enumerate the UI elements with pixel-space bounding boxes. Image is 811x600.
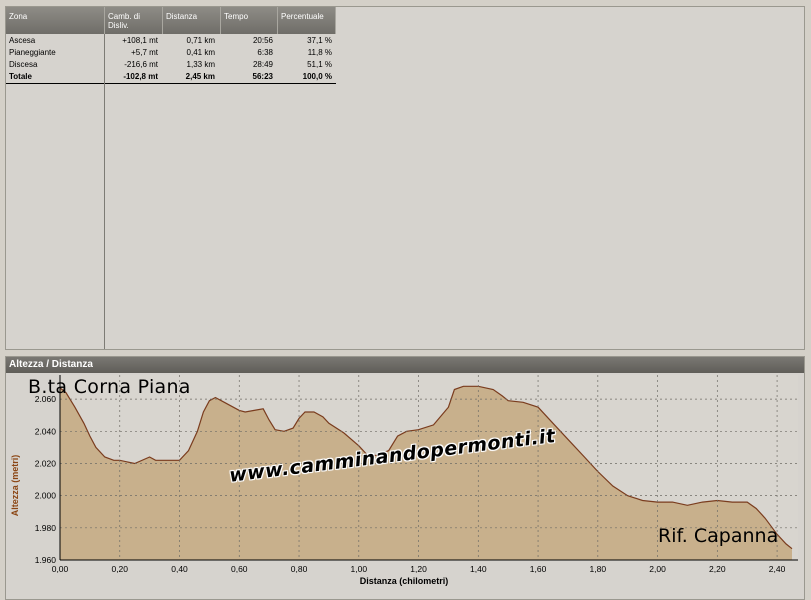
column-header-percentuale[interactable]: Percentuale — [278, 7, 336, 34]
cell-zona: Ascesa — [9, 36, 36, 45]
column-header-distanza[interactable]: Distanza — [163, 7, 221, 34]
x-tick-label: 1,40 — [470, 564, 487, 574]
cell-disliv: -102,8 mt — [123, 72, 158, 81]
cell-disliv: +5,7 mt — [131, 48, 158, 57]
cell-distanza: 1,33 km — [186, 60, 215, 69]
y-tick-label: 2.040 — [35, 426, 57, 436]
cell-tempo: 6:38 — [257, 48, 273, 57]
end-location-label: Rif. Capanna — [658, 525, 779, 547]
x-tick-label: 0,20 — [111, 564, 128, 574]
column-header-disliv[interactable]: Camb. di Disliv. — [105, 7, 163, 34]
chart-panel-title: Altezza / Distanza — [6, 357, 804, 373]
table-header: Zona Camb. di Disliv. Distanza Tempo Per… — [6, 7, 336, 34]
cell-tempo: 20:56 — [252, 36, 273, 45]
cell-zona: Totale — [9, 72, 32, 81]
cell-percentuale: 11,8 % — [307, 48, 332, 57]
x-tick-label: 1,00 — [351, 564, 368, 574]
cell-zona: Discesa — [9, 60, 38, 69]
y-axis-label: Altezza (metri) — [10, 455, 20, 517]
x-tick-label: 1,80 — [590, 564, 607, 574]
y-tick-label: 1.980 — [35, 523, 57, 533]
cell-distanza: 2,45 km — [185, 72, 215, 81]
start-location-label: B.ta Corna Piana — [28, 376, 191, 398]
x-tick-label: 0,60 — [231, 564, 248, 574]
cell-distanza: 0,71 km — [186, 36, 215, 45]
x-tick-label: 2,40 — [769, 564, 786, 574]
x-axis-label: Distanza (chilometri) — [360, 576, 449, 586]
column-header-zona[interactable]: Zona — [6, 7, 105, 34]
x-tick-label: 0,00 — [52, 564, 69, 574]
column-header-tempo[interactable]: Tempo — [221, 7, 278, 34]
cell-distanza: 0,41 km — [186, 48, 215, 57]
cell-percentuale: 37,1 % — [307, 36, 332, 45]
table-row[interactable]: Pianeggiante +5,7 mt 0,41 km 6:38 11,8 % — [6, 47, 336, 59]
x-tick-label: 2,20 — [709, 564, 726, 574]
table-row-total[interactable]: Totale -102,8 mt 2,45 km 56:23 100,0 % — [6, 71, 336, 84]
x-tick-label: 1,20 — [410, 564, 427, 574]
x-tick-label: 2,00 — [649, 564, 666, 574]
elevation-chart-panel: Altezza / Distanza 2.060 2.040 2.020 2.000 1… — [5, 356, 805, 600]
cell-percentuale: 51,1 % — [307, 60, 332, 69]
y-tick-label: 2.000 — [35, 491, 57, 501]
cell-zona: Pianeggiante — [9, 48, 56, 57]
x-tick-label: 1,60 — [530, 564, 547, 574]
y-tick-label: 2.020 — [35, 458, 57, 468]
column-divider — [104, 34, 105, 349]
cell-percentuale: 100,0 % — [302, 72, 332, 81]
cell-disliv: -216,6 mt — [124, 60, 158, 69]
x-tick-label: 0,80 — [291, 564, 308, 574]
table-row[interactable]: Discesa -216,6 mt 1,33 km 28:49 51,1 % — [6, 59, 336, 71]
cell-tempo: 56:23 — [252, 72, 273, 81]
elevation-profile-chart[interactable]: 2.0602.0402.0202.0001.9801.9600,00 0,20 0,… — [6, 373, 805, 600]
cell-tempo: 28:49 — [252, 60, 273, 69]
x-tick-label: 0,40 — [171, 564, 188, 574]
table-row[interactable]: Ascesa +108,1 mt 0,71 km 20:56 37,1 % — [6, 35, 336, 47]
cell-disliv: +108,1 mt — [122, 36, 158, 45]
zone-summary-table: Zona Camb. di Disliv. Distanza Tempo Per… — [5, 6, 805, 350]
